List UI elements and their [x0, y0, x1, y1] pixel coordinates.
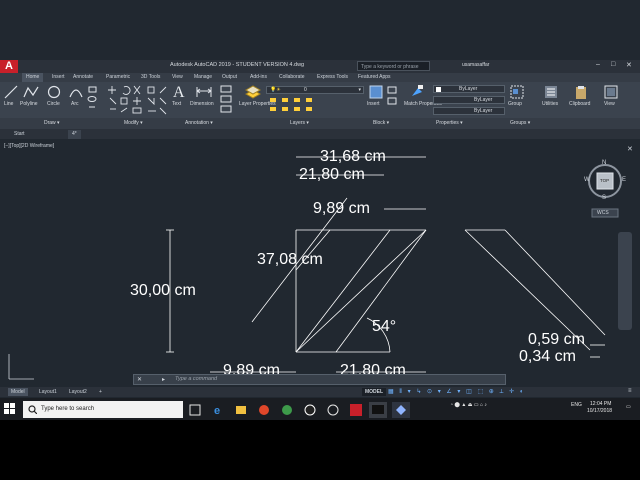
dim-height[interactable]: 30,00 cm [130, 283, 196, 299]
customize-icon[interactable]: ≡ [628, 388, 632, 394]
dim-top-gap[interactable]: 9,89 cm [313, 201, 370, 217]
layout-tab-layout2[interactable]: Layout2 [66, 388, 90, 396]
svg-text:e: e [214, 405, 220, 417]
notifications-icon[interactable]: ▭ [626, 404, 631, 410]
taskbar-apps[interactable]: e [188, 403, 363, 417]
status-toggles[interactable]: ▦ ⦀ ▾ ↳ ⊙ ▾ ∠ ▾ ◫ ⬚ ⊕ ⟂ ✛ ◐ [388, 388, 613, 396]
compass-east[interactable]: E [622, 177, 626, 183]
compass-south[interactable]: S [602, 195, 606, 201]
clock-date[interactable]: 10/17/2018 [587, 408, 612, 414]
layout-tab-model[interactable]: Model [8, 388, 28, 396]
language-indicator[interactable]: ENG [571, 402, 582, 408]
command-input[interactable]: Type a command [175, 376, 217, 382]
taskbar-search[interactable]: Type here to search [23, 401, 183, 418]
viewport-close-icon[interactable]: ✕ [627, 145, 633, 153]
dim-top-left[interactable]: 21,80 cm [299, 167, 365, 183]
model-space-button[interactable]: MODEL [362, 388, 387, 396]
dim-diagonal[interactable]: 37,08 cm [257, 252, 323, 268]
layout-tab-layout1[interactable]: Layout1 [36, 388, 60, 396]
compass-west[interactable]: W [584, 177, 590, 183]
command-close-icon[interactable]: ✕ [137, 376, 142, 383]
compass-north[interactable]: N [602, 160, 606, 166]
dim-top-total[interactable]: 31,68 cm [320, 149, 386, 165]
navigation-bar[interactable] [618, 232, 632, 330]
command-prompt-icon: ▸ [162, 377, 166, 383]
wcs-menu[interactable]: WCS [597, 210, 609, 216]
add-layout-icon[interactable]: + [96, 388, 105, 396]
search-icon [28, 405, 37, 414]
dim-right-a[interactable]: 0,59 cm [528, 332, 585, 348]
dim-angle[interactable]: 54° [372, 319, 396, 335]
windows-start-icon[interactable] [4, 403, 16, 415]
viewcube-face[interactable]: TOP [600, 178, 609, 183]
dim-right-b[interactable]: 0,34 cm [519, 349, 576, 365]
system-tray-icons[interactable]: ◔ ⬤ ▲ ⏏ ▭ ⌂ ♪ [450, 402, 487, 408]
clock-time[interactable]: 12:04 PM [590, 401, 611, 407]
taskbar-active-apps[interactable] [368, 401, 413, 419]
ucs-icon [8, 354, 34, 380]
